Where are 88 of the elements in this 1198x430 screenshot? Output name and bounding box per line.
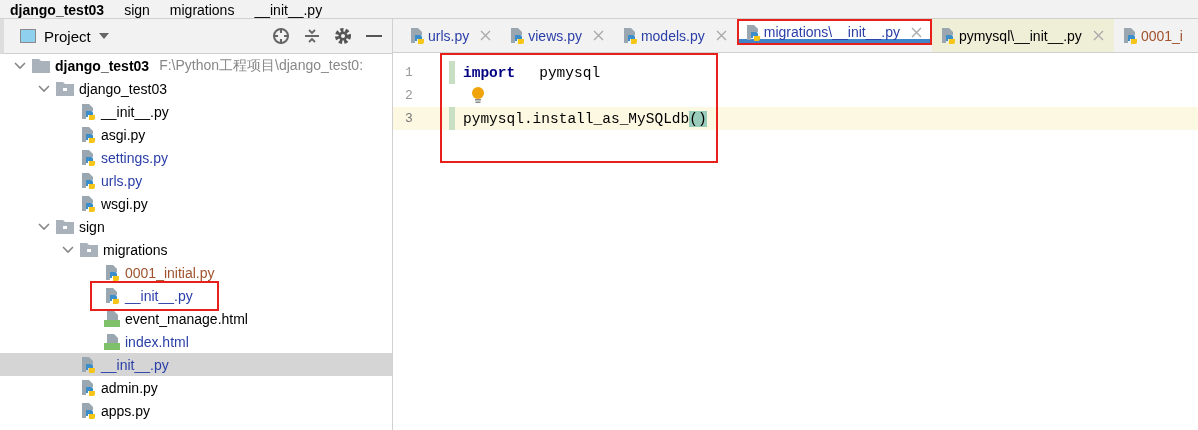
python-file-icon: [80, 149, 96, 166]
window-icon: [20, 29, 36, 43]
folder-icon: [32, 58, 50, 73]
tree-row[interactable]: django_test03 F:\Python工程项目\django_test0:: [0, 54, 392, 77]
file-name[interactable]: 0001_initial.py: [125, 264, 215, 281]
breadcrumb-item[interactable]: sign: [124, 2, 150, 18]
file-name[interactable]: __init__.py: [101, 356, 169, 373]
editor-tab[interactable]: views.py: [501, 19, 614, 52]
chevron-icon[interactable]: [38, 222, 50, 231]
file-name[interactable]: index.html: [125, 333, 189, 350]
html-file-icon: [104, 310, 120, 327]
settings-icon[interactable]: [334, 27, 352, 45]
folder-name[interactable]: sign: [79, 218, 105, 235]
folder-icon: [80, 242, 98, 257]
python-file-icon: [80, 356, 96, 373]
python-file-icon: [509, 27, 526, 44]
breadcrumb-item[interactable]: django_test03: [10, 2, 105, 18]
line-number: 2: [404, 88, 414, 103]
python-file-icon: [80, 103, 96, 120]
editor-tab[interactable]: 0001_i: [1113, 19, 1193, 52]
editor-tab[interactable]: models.py: [613, 19, 737, 52]
folder-name[interactable]: django_test03: [79, 80, 167, 97]
file-name[interactable]: admin.py: [101, 379, 158, 396]
tree-row[interactable]: asgi.py: [0, 123, 392, 146]
file-name[interactable]: apps.py: [101, 402, 151, 419]
tree-row[interactable]: admin.py: [0, 376, 392, 399]
lightbulb-icon[interactable]: [471, 87, 485, 104]
minimize-icon[interactable]: [366, 34, 382, 38]
editor-tab[interactable]: pymysql\__init__.py: [931, 19, 1114, 52]
tree-row[interactable]: wsgi.py: [0, 192, 392, 215]
python-file-icon: [744, 23, 761, 41]
python-file-icon: [409, 27, 425, 44]
tree-row[interactable]: index.html: [0, 330, 392, 353]
file-name[interactable]: settings.py: [101, 149, 168, 166]
panel-title[interactable]: Project: [44, 27, 91, 45]
tree-row[interactable]: settings.py: [0, 146, 392, 169]
dropdown-caret-icon[interactable]: [98, 33, 109, 39]
file-name[interactable]: __init__.py: [125, 287, 193, 304]
html-file-icon: [104, 333, 120, 350]
tree-row[interactable]: 0001_initial.py: [0, 261, 392, 284]
tree-row[interactable]: apps.py: [0, 399, 392, 422]
close-icon[interactable]: [592, 30, 604, 41]
file-name[interactable]: wsgi.py: [101, 195, 148, 212]
code-text: pymysql.install_as_MySQLdb: [463, 110, 690, 127]
python-file-icon: [1121, 27, 1138, 44]
collapse-all-icon[interactable]: [304, 28, 320, 44]
chevron-icon[interactable]: [62, 245, 74, 254]
folder-icon: [56, 81, 74, 96]
file-name[interactable]: asgi.py: [101, 126, 146, 143]
tree-row[interactable]: event_manage.html: [0, 307, 392, 330]
python-file-icon: [80, 379, 96, 396]
keyword: import: [463, 64, 516, 81]
folder-icon: [56, 219, 74, 234]
matched-braces: (): [689, 110, 707, 127]
python-file-icon: [80, 172, 96, 189]
tree-row[interactable]: __init__.py: [0, 100, 392, 123]
close-icon[interactable]: [910, 26, 922, 38]
line-number: 1: [404, 65, 414, 80]
close-icon[interactable]: [715, 30, 727, 41]
close-icon[interactable]: [480, 30, 492, 41]
tree-row[interactable]: urls.py: [0, 169, 392, 192]
python-file-icon: [80, 126, 96, 143]
folder-name[interactable]: migrations: [103, 241, 168, 258]
python-file-icon: [939, 27, 956, 44]
selected-tree-row[interactable]: __init__.py: [0, 353, 392, 376]
breadcrumb-item[interactable]: __init__.py: [254, 2, 323, 18]
python-file-icon: [80, 195, 96, 212]
python-file-icon: [104, 264, 120, 281]
chevron-icon[interactable]: [14, 61, 26, 70]
editor-tab[interactable]: urls.py: [401, 19, 502, 52]
tree-row[interactable]: migrations: [0, 238, 392, 261]
chevron-icon[interactable]: [38, 84, 50, 93]
editor-tab[interactable]: migrations\__init__.py: [736, 19, 932, 45]
target-icon[interactable]: [272, 27, 290, 45]
file-name[interactable]: event_manage.html: [125, 310, 248, 327]
python-file-icon: [621, 27, 638, 44]
python-file-icon: [80, 402, 96, 419]
tree-row[interactable]: __init__.py: [0, 284, 392, 307]
code-text: pymysql: [539, 64, 601, 81]
file-name[interactable]: urls.py: [101, 172, 143, 189]
close-icon[interactable]: [1092, 30, 1104, 41]
breadcrumb-item[interactable]: migrations: [169, 2, 235, 18]
folder-path: F:\Python工程项目\django_test0:: [159, 56, 363, 75]
tree-row[interactable]: django_test03: [0, 77, 392, 100]
folder-name[interactable]: django_test03: [55, 57, 150, 74]
tree-row[interactable]: sign: [0, 215, 392, 238]
python-file-icon: [104, 287, 120, 304]
file-name[interactable]: __init__.py: [101, 103, 169, 120]
